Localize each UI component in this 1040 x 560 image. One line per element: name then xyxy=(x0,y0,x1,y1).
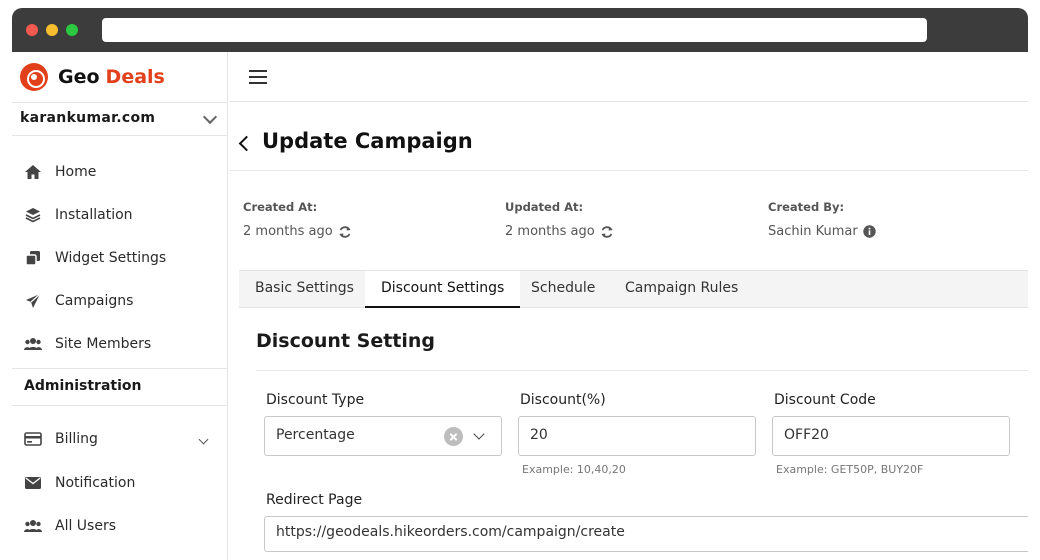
home-icon xyxy=(24,163,42,181)
brand-name-part1: Geo xyxy=(58,66,100,88)
discount-code-input[interactable]: OFF20 xyxy=(772,416,1010,456)
page-title: Update Campaign xyxy=(262,129,473,153)
sidebar-item-widget-settings[interactable]: Widget Settings xyxy=(12,238,227,278)
sidebar-item-label: All Users xyxy=(55,518,117,534)
refresh-icon[interactable] xyxy=(600,225,614,239)
hamburger-menu-icon[interactable] xyxy=(249,70,267,84)
close-window-dot[interactable] xyxy=(26,24,38,36)
meta-value: 2 months ago xyxy=(243,224,483,239)
discount-type-label: Discount Type xyxy=(266,392,365,408)
meta-value: Sachin Kumar xyxy=(768,224,1008,239)
meta-label: Updated At: xyxy=(505,200,584,214)
divider xyxy=(256,370,1028,371)
created-by-value: Sachin Kumar xyxy=(768,224,858,239)
discount-percent-value: 20 xyxy=(530,427,548,443)
sidebar-item-label: Billing xyxy=(55,431,98,447)
redirect-page-label: Redirect Page xyxy=(266,492,363,508)
sidebar-item-site-members[interactable]: Site Members xyxy=(12,324,227,364)
clear-icon[interactable] xyxy=(444,427,463,446)
browser-window: Geo Deals karankumar.com Home Installatio… xyxy=(12,8,1028,560)
layers-icon xyxy=(24,206,42,224)
discount-code-value: OFF20 xyxy=(784,427,829,443)
sidebar-item-all-users[interactable]: All Users xyxy=(12,506,227,546)
back-arrow-icon[interactable] xyxy=(238,135,255,152)
sidebar-item-billing[interactable]: Billing xyxy=(12,419,227,459)
address-bar[interactable] xyxy=(102,18,927,42)
meta-created-by: Created By: Sachin Kumar xyxy=(768,200,1008,239)
discount-type-value: Percentage xyxy=(276,427,355,443)
site-selector-value: karankumar.com xyxy=(20,110,156,126)
discount-settings-panel: Discount Setting Discount Type Percentag… xyxy=(239,308,1028,560)
chevron-down-icon[interactable] xyxy=(473,428,485,440)
main-content: Update Campaign Created At: 2 months ago… xyxy=(229,52,1028,560)
refresh-icon[interactable] xyxy=(338,225,352,239)
meta-created-at: Created At: 2 months ago xyxy=(243,200,483,239)
sidebar-item-label: Widget Settings xyxy=(55,250,167,266)
credit-card-icon xyxy=(24,430,42,448)
discount-percent-label: Discount(%) xyxy=(520,392,606,408)
top-bar xyxy=(229,52,1028,102)
sidebar-item-notification[interactable]: Notification xyxy=(12,463,227,503)
users-icon xyxy=(24,517,42,535)
sidebar-section-label: Administration xyxy=(24,378,142,394)
discount-percent-hint: Example: 10,40,20 xyxy=(522,463,626,476)
discount-percent-input[interactable]: 20 xyxy=(518,416,756,456)
sidebar-item-label: Installation xyxy=(55,207,133,223)
sidebar-item-installation[interactable]: Installation xyxy=(12,195,227,235)
maximize-window-dot[interactable] xyxy=(66,24,78,36)
envelope-icon xyxy=(24,474,42,492)
section-title: Discount Setting xyxy=(256,330,436,352)
meta-updated-at: Updated At: 2 months ago xyxy=(505,200,745,239)
minimize-window-dot[interactable] xyxy=(46,24,58,36)
chevron-down-icon xyxy=(198,434,209,444)
tab-basic-settings[interactable]: Basic Settings xyxy=(239,271,370,308)
page-header: Update Campaign xyxy=(229,127,1028,171)
info-icon[interactable] xyxy=(862,225,876,238)
created-at-value: 2 months ago xyxy=(243,224,333,239)
site-selector[interactable]: karankumar.com xyxy=(12,102,227,136)
sidebar-item-label: Home xyxy=(55,164,97,180)
chevron-down-icon xyxy=(202,109,218,125)
paper-plane-icon xyxy=(24,292,42,310)
tab-campaign-rules[interactable]: Campaign Rules xyxy=(609,271,754,308)
sidebar-section-administration: Administration xyxy=(12,368,227,406)
redirect-page-input[interactable]: https://geodeals.hikeorders.com/campaign… xyxy=(264,516,1028,552)
discount-type-select[interactable]: Percentage xyxy=(264,416,502,456)
brand-name: Geo Deals xyxy=(58,66,165,88)
sidebar-item-campaigns[interactable]: Campaigns xyxy=(12,281,227,321)
sidebar-item-label: Notification xyxy=(55,475,136,491)
updated-at-value: 2 months ago xyxy=(505,224,595,239)
sidebar-item-label: Site Members xyxy=(55,336,152,352)
brand-name-part2: Deals xyxy=(105,66,165,88)
tab-schedule[interactable]: Schedule xyxy=(515,271,611,308)
meta-label: Created At: xyxy=(243,200,318,214)
brand[interactable]: Geo Deals xyxy=(20,63,165,91)
users-icon xyxy=(24,335,42,353)
browser-chrome xyxy=(12,8,1028,52)
geo-deals-logo-icon xyxy=(20,63,48,91)
sidebar-item-home[interactable]: Home xyxy=(12,152,227,192)
redirect-page-value: https://geodeals.hikeorders.com/campaign… xyxy=(276,524,625,540)
settings-tabs: Basic Settings Discount Settings Schedul… xyxy=(239,270,1028,308)
discount-code-hint: Example: GET50P, BUY20F xyxy=(776,463,924,476)
tab-discount-settings[interactable]: Discount Settings xyxy=(365,271,521,308)
sidebar-item-label: Campaigns xyxy=(55,293,134,309)
meta-label: Created By: xyxy=(768,200,845,214)
sidebar: Geo Deals karankumar.com Home Installatio… xyxy=(12,52,228,560)
meta-value: 2 months ago xyxy=(505,224,745,239)
discount-code-label: Discount Code xyxy=(774,392,876,408)
widgets-icon xyxy=(24,249,42,267)
